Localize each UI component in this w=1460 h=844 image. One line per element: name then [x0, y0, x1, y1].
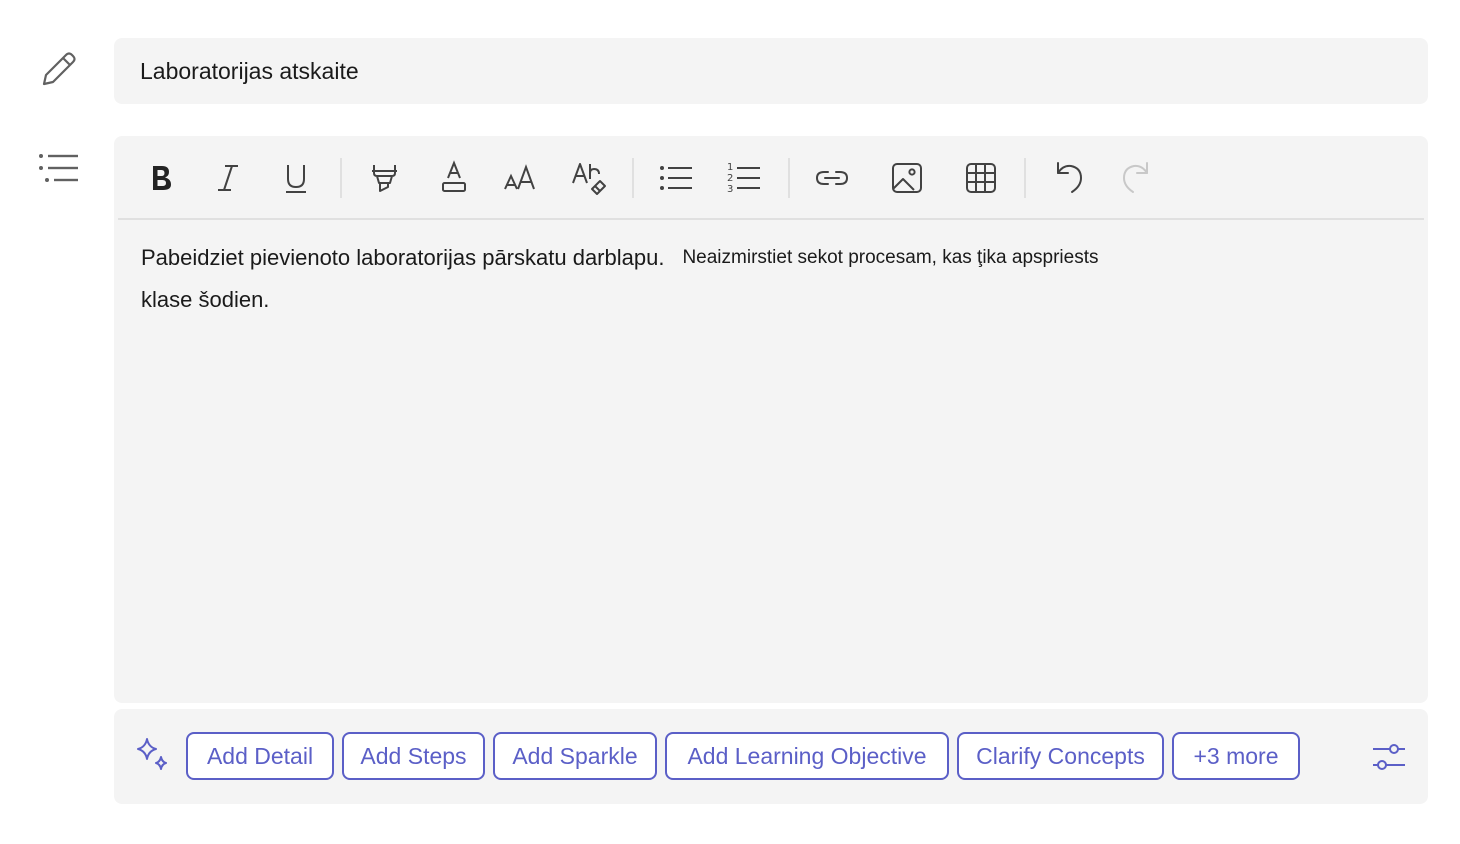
underline-icon	[286, 165, 306, 193]
clear-formatting-icon	[572, 163, 606, 195]
insert-image-button[interactable]	[885, 156, 929, 200]
insert-table-button[interactable]	[959, 156, 1003, 200]
font-color-icon	[442, 160, 466, 192]
italic-icon	[218, 165, 238, 191]
content-line: Pabeidziet pievienoto laboratorijas pārs…	[141, 238, 1401, 280]
clarify-concepts-button[interactable]: Clarify Concepts	[957, 732, 1164, 780]
toolbar-separator	[1024, 158, 1026, 198]
image-icon	[892, 163, 922, 193]
font-size-button[interactable]	[499, 156, 543, 200]
description-list-icon	[36, 148, 80, 192]
editor-content[interactable]: Pabeidziet pievienoto laboratorijas pārs…	[141, 238, 1401, 320]
svg-text:2: 2	[727, 173, 733, 184]
bold-icon	[153, 166, 171, 190]
pencil-icon	[36, 48, 80, 92]
more-suggestions-button[interactable]: +3 more	[1172, 732, 1300, 780]
bulleted-list-icon	[660, 166, 692, 190]
link-icon	[815, 171, 849, 185]
title-field[interactable]: Laboratorijas atskaite	[114, 38, 1428, 104]
undo-button[interactable]	[1047, 156, 1091, 200]
content-text-small: Neaizmirstiet sekot procesam, kas ţika a…	[682, 247, 1099, 268]
content-text: Pabeidziet pievienoto laboratorijas pārs…	[141, 245, 665, 270]
settings-sliders-icon[interactable]	[1369, 737, 1409, 777]
numbered-list-icon: 1 2 3	[727, 162, 760, 195]
underline-button[interactable]	[274, 156, 318, 200]
add-steps-button[interactable]: Add Steps	[342, 732, 485, 780]
toolbar-separator	[632, 158, 634, 198]
bold-button[interactable]	[138, 156, 182, 200]
font-size-icon	[504, 164, 535, 190]
clear-formatting-button[interactable]	[567, 156, 611, 200]
svg-text:1: 1	[727, 162, 733, 173]
svg-text:3: 3	[727, 184, 733, 195]
title-text: Laboratorijas atskaite	[140, 57, 359, 84]
redo-icon	[1123, 162, 1148, 193]
toolbar-separator	[788, 158, 790, 198]
sparkle-icon	[137, 738, 167, 770]
formatting-toolbar: 1 2 3	[118, 136, 1424, 220]
highlighter-icon	[372, 165, 397, 192]
add-sparkle-button[interactable]: Add Sparkle	[493, 732, 657, 780]
insert-link-button[interactable]	[810, 156, 854, 200]
italic-button[interactable]	[206, 156, 250, 200]
highlight-button[interactable]	[362, 156, 406, 200]
add-detail-button[interactable]: Add Detail	[186, 732, 334, 780]
table-icon	[966, 163, 996, 193]
toolbar-separator	[340, 158, 342, 198]
bulleted-list-button[interactable]	[654, 156, 698, 200]
rich-text-editor[interactable]: 1 2 3 Pabeidziet pievienoto laboratorija…	[114, 136, 1428, 703]
ai-suggestion-bar: Add Detail Add Steps Add Sparkle Add Lea…	[114, 709, 1428, 804]
add-learning-objective-button[interactable]: Add Learning Objective	[665, 732, 949, 780]
font-color-button[interactable]	[432, 156, 476, 200]
undo-icon	[1057, 162, 1082, 193]
redo-button[interactable]	[1114, 156, 1158, 200]
content-line: klase šodien.	[141, 287, 270, 312]
numbered-list-button[interactable]: 1 2 3	[722, 156, 766, 200]
